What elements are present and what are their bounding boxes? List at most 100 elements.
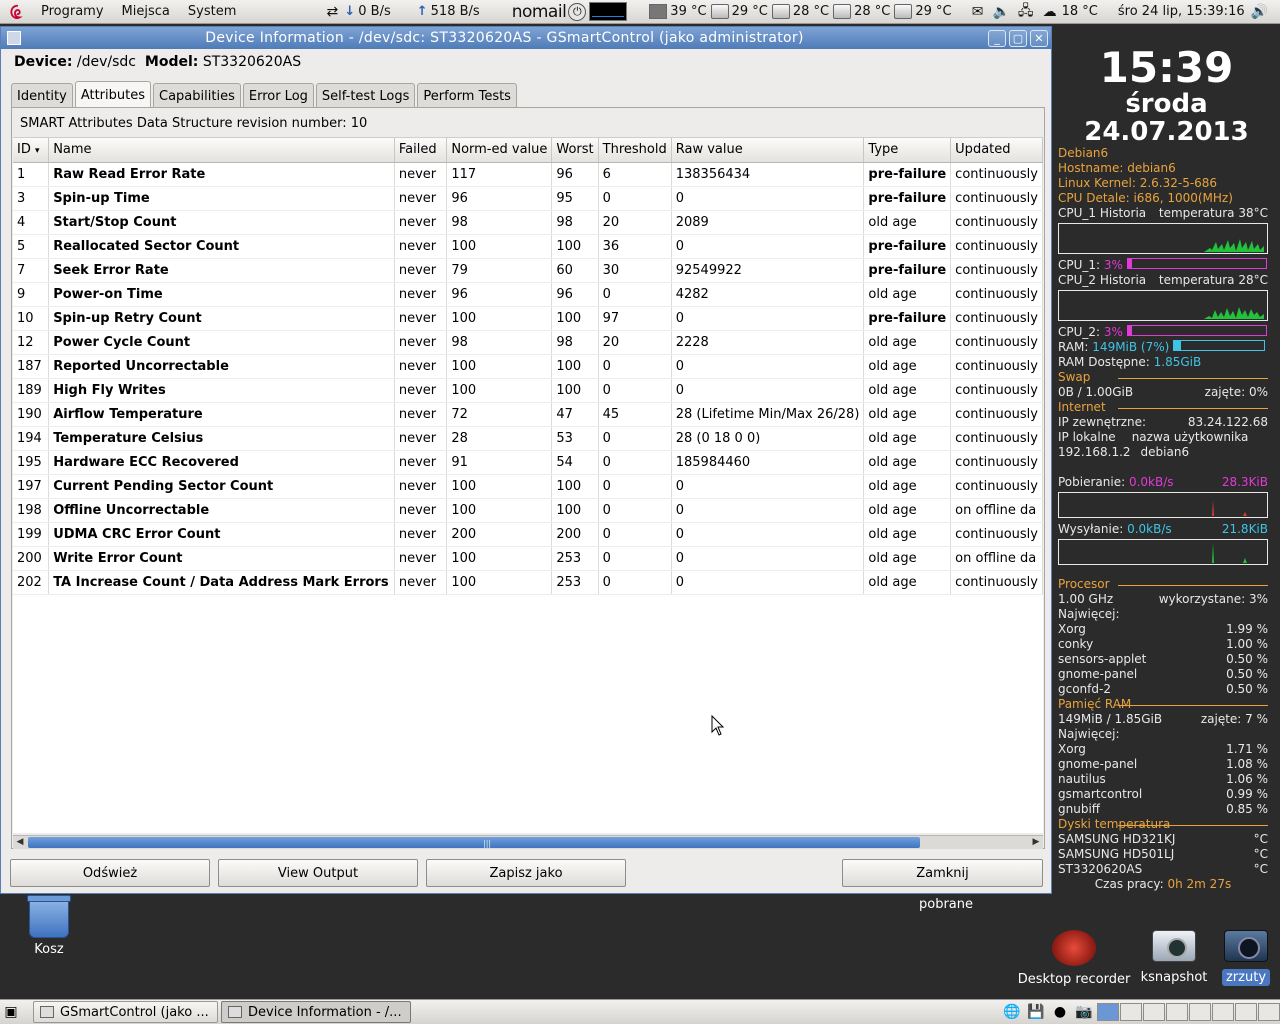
temp-sensor-1[interactable]: 39 °C: [649, 4, 707, 19]
desktop-icon-zrzuty[interactable]: zrzuty: [1216, 930, 1276, 986]
temp-sensor-2[interactable]: 29 °C: [710, 4, 768, 19]
col-header-name[interactable]: Name: [48, 138, 395, 163]
col-header-updated[interactable]: Updated: [950, 138, 1043, 163]
workspace-2[interactable]: [1120, 1003, 1142, 1021]
save-as-button[interactable]: Zapisz jako: [426, 859, 626, 887]
refresh-button[interactable]: Odśwież: [10, 859, 210, 887]
workspace-1[interactable]: [1097, 1003, 1119, 1021]
workspace-8[interactable]: [1258, 1003, 1280, 1021]
table-row[interactable]: 7 Seek Error Rate never 79 60 30 92549922 pre-f…: [13, 258, 1043, 283]
cell-type: old age: [863, 522, 952, 547]
volume-icon[interactable]: 🔈: [993, 4, 1011, 20]
desktop-icon-desktop-recorder[interactable]: Desktop recorder: [1014, 930, 1134, 987]
table-row[interactable]: 10 Spin-up Retry Count never 100 100 97 0 pre-f…: [13, 306, 1043, 331]
menu-miejsca[interactable]: Miejsca: [113, 4, 179, 19]
tab-perform-tests[interactable]: Perform Tests: [417, 83, 517, 109]
cell-raw: 2089: [671, 210, 865, 235]
scroll-left-arrow-icon[interactable]: ◀: [13, 836, 27, 849]
weather-temp[interactable]: 18 °C: [1062, 4, 1098, 19]
desktop-label-pobrane[interactable]: pobrane: [910, 897, 982, 912]
col-header-normed-value[interactable]: Norm-ed value: [446, 138, 553, 163]
attributes-table-container[interactable]: ID ▾ Name Failed Norm-ed value Worst Thr…: [13, 137, 1043, 833]
table-row[interactable]: 194 Temperature Celsius never 28 53 0 28 (0 18…: [13, 426, 1043, 451]
cell-updated: continuously: [950, 522, 1043, 547]
close-button[interactable]: Zamknij: [842, 859, 1043, 887]
col-header-worst[interactable]: Worst: [551, 138, 599, 163]
desktop-icon-trash[interactable]: Kosz: [18, 895, 80, 957]
table-row[interactable]: 197 Current Pending Sector Count never 100 1…: [13, 474, 1043, 499]
cell-failed: never: [394, 258, 448, 283]
table-row[interactable]: 12 Power Cycle Count never 98 98 20 2228 old ag…: [13, 330, 1043, 355]
tab-error-log[interactable]: Error Log: [242, 83, 314, 109]
temp-sensor-3[interactable]: 28 °C: [771, 4, 829, 19]
cell-name: Start/Stop Count: [48, 210, 395, 235]
net-monitor[interactable]: ⇄ ↓ 0 B/s ↑ 518 B/s: [320, 4, 479, 20]
table-row[interactable]: 9 Power-on Time never 96 96 0 4282 old age conti…: [13, 282, 1043, 307]
table-row[interactable]: 5 Reallocated Sector Count never 100 100 36 0 p…: [13, 234, 1043, 259]
nomail-indicator[interactable]: nomail: [512, 2, 567, 22]
recorder-tray-icon[interactable]: ●: [1051, 1004, 1069, 1020]
table-row[interactable]: 200 Write Error Count never 100 253 0 0 old age…: [13, 546, 1043, 571]
cell-id: 189: [13, 378, 50, 403]
workspace-7[interactable]: [1235, 1003, 1257, 1021]
network-manager-icon[interactable]: 🖧: [1017, 3, 1035, 20]
drive-tray-icon[interactable]: 💾: [1027, 1004, 1045, 1020]
main-menu[interactable]: Programy Miejsca System: [0, 3, 245, 21]
system-monitor-graph[interactable]: [589, 2, 628, 21]
mail-envelope-icon[interactable]: ✉: [969, 4, 987, 20]
table-row[interactable]: 190 Airflow Temperature never 72 47 45 28 (Lif…: [13, 402, 1043, 427]
table-row[interactable]: 1 Raw Read Error Rate never 117 96 6 138356434…: [13, 162, 1043, 187]
scroll-right-arrow-icon[interactable]: ▶: [1029, 836, 1043, 849]
col-header-failed[interactable]: Failed: [394, 138, 448, 163]
window-menu-icon[interactable]: [7, 31, 21, 45]
table-row[interactable]: 195 Hardware ECC Recovered never 91 54 0 18598…: [13, 450, 1043, 475]
camera-tray-icon[interactable]: 📷: [1075, 1004, 1093, 1020]
workspace-4[interactable]: [1166, 1003, 1188, 1021]
tab-self-test-logs[interactable]: Self-test Logs: [315, 83, 416, 109]
conky-mem-process-list: Xorg 1.71 % gnome-panel 1.08 % nautilus 1.06 …: [1053, 742, 1280, 817]
menu-system[interactable]: System: [179, 4, 245, 19]
col-header-raw-value[interactable]: Raw value: [671, 138, 865, 163]
tab-attributes[interactable]: Attributes: [74, 81, 152, 109]
menu-programy[interactable]: Programy: [32, 4, 113, 19]
grip-icon: |||: [483, 839, 492, 848]
workspace-5[interactable]: [1189, 1003, 1211, 1021]
close-window-button[interactable]: ✕: [1030, 29, 1048, 47]
cell-worst: 98: [551, 210, 599, 235]
col-header-threshold[interactable]: Threshold: [598, 138, 672, 163]
temp-sensor-4[interactable]: 28 °C: [833, 4, 890, 19]
taskbar-device-information[interactable]: Device Information - /...: [221, 1001, 411, 1023]
table-row[interactable]: 187 Reported Uncorrectable never 100 100 0 0 ol…: [13, 354, 1043, 379]
table-row[interactable]: 198 Offline Uncorrectable never 100 100 0 0 old…: [13, 498, 1043, 523]
scrollbar-thumb[interactable]: |||: [28, 837, 920, 848]
cell-normed: 96: [446, 282, 553, 307]
tab-capabilities[interactable]: Capabilities: [153, 83, 241, 109]
view-output-button[interactable]: View Output: [218, 859, 418, 887]
temp-sensor-5[interactable]: 29 °C: [894, 4, 952, 19]
desktop-icon-ksnapshot[interactable]: ksnapshot: [1136, 930, 1212, 985]
workspace-6[interactable]: [1212, 1003, 1234, 1021]
table-row[interactable]: 202 TA Increase Count / Data Address Mark…: [13, 570, 1043, 595]
clock-datetime[interactable]: śro 24 lip, 15:39:16: [1118, 4, 1245, 19]
show-desktop-icon[interactable]: ▣: [2, 1004, 20, 1020]
cell-worst: 100: [551, 378, 599, 403]
hard-disk-icon: [771, 4, 790, 19]
table-row[interactable]: 4 Start/Stop Count never 98 98 20 2089 old age c…: [13, 210, 1043, 235]
weather-icon[interactable]: ☁: [1041, 4, 1059, 20]
window-titlebar[interactable]: Device Information - /dev/sdc: ST3320620…: [1, 27, 1051, 49]
power-icon[interactable]: ⏻: [568, 2, 587, 21]
table-row[interactable]: 189 High Fly Writes never 100 100 0 0 old age co…: [13, 378, 1043, 403]
workspace-3[interactable]: [1143, 1003, 1165, 1021]
col-header-id[interactable]: ID ▾: [13, 138, 50, 163]
table-row[interactable]: 3 Spin-up Time never 96 95 0 0 pre-failure conti…: [13, 186, 1043, 211]
maximize-button[interactable]: ▢: [1009, 29, 1027, 47]
minimize-button[interactable]: _: [988, 29, 1006, 47]
globe-tray-icon[interactable]: 🌐: [1003, 1004, 1021, 1020]
horizontal-scrollbar[interactable]: ◀ ||| ▶: [13, 835, 1043, 849]
tab-identity[interactable]: Identity: [11, 83, 73, 109]
volume-speaker-icon[interactable]: 🔊: [1251, 4, 1269, 20]
conky-mem-most: Najwięcej:: [1058, 727, 1120, 741]
col-header-type[interactable]: Type: [863, 138, 952, 163]
taskbar-gsmartcontrol[interactable]: GSmartControl (jako ...: [33, 1001, 218, 1023]
table-row[interactable]: 199 UDMA CRC Error Count never 200 200 0 0 old …: [13, 522, 1043, 547]
